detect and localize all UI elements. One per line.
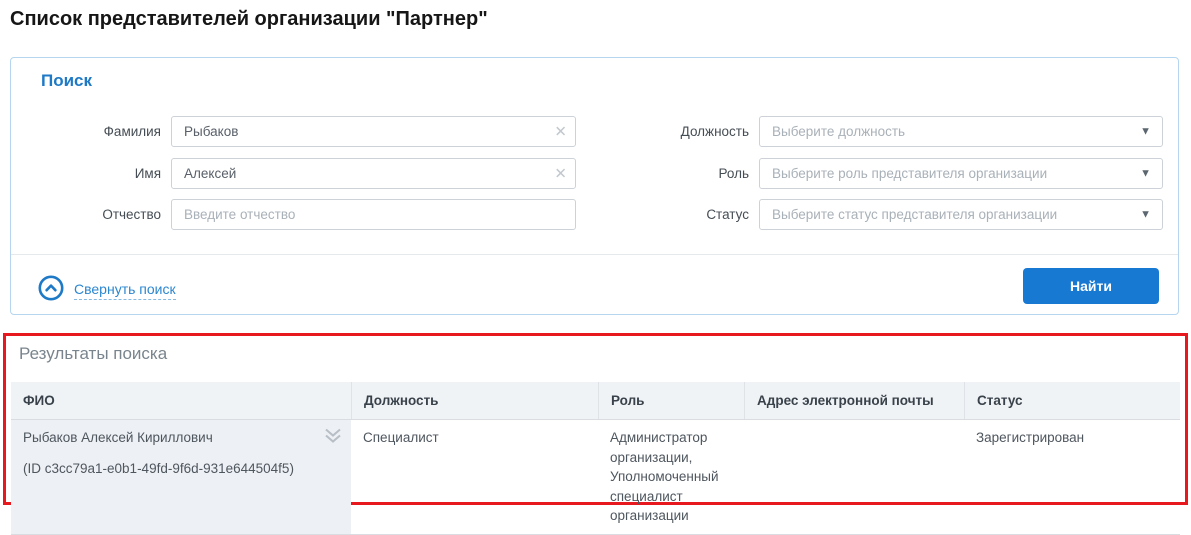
firstname-label: Имя — [41, 166, 161, 181]
column-header-position: Должность — [351, 382, 598, 419]
lastname-input[interactable] — [171, 116, 576, 147]
middlename-label: Отчество — [41, 207, 161, 222]
role-label: Роль — [571, 166, 749, 181]
status-select-placeholder: Выберите статус представителя организаци… — [772, 207, 1057, 222]
clear-icon[interactable]: ✕ — [554, 166, 567, 181]
chevron-down-icon: ▼ — [1140, 126, 1151, 137]
status-select[interactable]: Выберите статус представителя организаци… — [759, 199, 1163, 230]
collapse-search-label[interactable]: Свернуть поиск — [74, 281, 176, 300]
table-header-row: ФИО Должность Роль Адрес электронной поч… — [11, 382, 1180, 420]
table-row: Рыбаков Алексей Кириллович (ID c3cc79a1-… — [11, 420, 1180, 535]
chevron-down-icon: ▼ — [1140, 209, 1151, 220]
chevron-down-icon: ▼ — [1140, 168, 1151, 179]
lastname-field: Фамилия ✕ — [41, 116, 576, 147]
middlename-field: Отчество — [41, 199, 576, 230]
expand-row-icon[interactable] — [324, 428, 342, 450]
status-label: Статус — [571, 207, 749, 222]
cell-fio: Рыбаков Алексей Кириллович (ID c3cc79a1-… — [11, 420, 351, 534]
middlename-input[interactable] — [171, 199, 576, 230]
role-select[interactable]: Выберите роль представителя организации … — [759, 158, 1163, 189]
find-button[interactable]: Найти — [1023, 268, 1159, 304]
column-header-email: Адрес электронной почты — [744, 382, 964, 419]
representative-id: (ID c3cc79a1-e0b1-49fd-9f6d-931e644504f5… — [23, 459, 315, 479]
position-field: Должность Выберите должность ▼ — [571, 116, 1163, 147]
search-panel-divider — [11, 254, 1178, 255]
lastname-label: Фамилия — [41, 124, 161, 139]
firstname-input[interactable] — [171, 158, 576, 189]
role-field: Роль Выберите роль представителя организ… — [571, 158, 1163, 189]
column-header-role: Роль — [598, 382, 744, 419]
column-header-fio: ФИО — [11, 382, 351, 419]
position-label: Должность — [571, 124, 749, 139]
collapse-search-icon[interactable] — [38, 275, 64, 306]
cell-position: Специалист — [351, 420, 598, 534]
collapse-search-toggle[interactable]: Свернуть поиск — [38, 275, 176, 306]
cell-email — [744, 420, 964, 534]
cell-status: Зарегистрирован — [964, 420, 1180, 534]
results-table: ФИО Должность Роль Адрес электронной поч… — [11, 382, 1180, 535]
status-field: Статус Выберите статус представителя орг… — [571, 199, 1163, 230]
results-title: Результаты поиска — [19, 344, 167, 364]
search-panel-title: Поиск — [41, 71, 92, 91]
cell-role: Администратор организации, Уполномоченны… — [598, 420, 744, 534]
firstname-field: Имя ✕ — [41, 158, 576, 189]
role-select-placeholder: Выберите роль представителя организации — [772, 166, 1047, 181]
position-select[interactable]: Выберите должность ▼ — [759, 116, 1163, 147]
representative-name: Рыбаков Алексей Кириллович — [23, 428, 315, 448]
search-results-panel: Результаты поиска ФИО Должность Роль Адр… — [3, 333, 1188, 505]
search-panel: Поиск Фамилия ✕ Имя ✕ Отчество Должность… — [10, 57, 1179, 315]
page-title: Список представителей организации "Партн… — [10, 8, 488, 31]
position-select-placeholder: Выберите должность — [772, 124, 905, 139]
column-header-status: Статус — [964, 382, 1180, 419]
clear-icon[interactable]: ✕ — [554, 124, 567, 139]
